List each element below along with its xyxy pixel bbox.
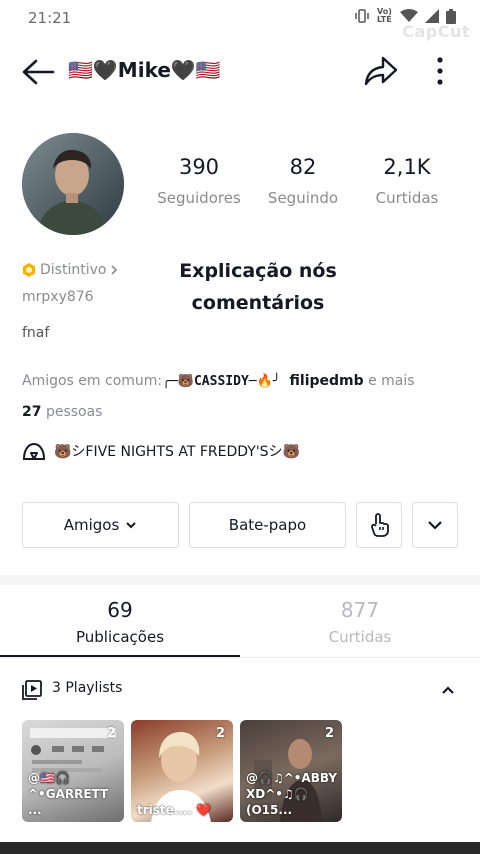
section-divider xyxy=(0,575,480,585)
playlist-card[interactable]: 2 @🎧♫^•ABBY XD^•♫🎧(O15... xyxy=(240,720,342,822)
overlay-caption-line1: Explicação nós xyxy=(179,260,337,282)
liked-count: 877 xyxy=(340,598,380,622)
arrow-left-icon xyxy=(22,59,55,85)
wifi-icon xyxy=(400,9,418,22)
followers-count: 390 xyxy=(178,155,220,179)
group-tent-icon xyxy=(22,442,46,460)
followers-label: Seguidores xyxy=(157,189,241,207)
likes-count: 2,1K xyxy=(383,155,431,179)
capcut-watermark: CapCut xyxy=(402,22,470,41)
status-time: 21:21 xyxy=(28,9,72,27)
vibrate-icon xyxy=(355,9,369,23)
poke-button[interactable] xyxy=(356,502,402,548)
expand-suggestions-button[interactable] xyxy=(412,502,458,548)
playlist-title: @🎧♫^•ABBY XD^•♫🎧(O15... xyxy=(246,771,338,817)
posts-label: Publicações xyxy=(75,628,165,646)
back-button[interactable] xyxy=(20,54,56,90)
badge-label: Distintivo xyxy=(40,262,107,278)
chat-button[interactable]: Bate-papo xyxy=(189,502,346,548)
tab-posts[interactable]: 69 Publicações xyxy=(0,598,240,646)
chat-button-label: Bate-papo xyxy=(228,516,307,534)
likes-label: Curtidas xyxy=(375,189,439,207)
playlist-title: @🇺🇸🎧 ^•GARRETT ... xyxy=(28,771,109,817)
liked-label: Curtidas xyxy=(328,628,392,646)
tab-liked[interactable]: 877 Curtidas xyxy=(240,598,480,646)
avatar-photo xyxy=(22,133,124,235)
overlay-caption-line2: comentários xyxy=(191,292,325,314)
overlay-caption: Explicação nós comentários xyxy=(150,255,366,319)
mutual-friends[interactable]: Amigos em comum:╭─🐻CASSIDY─🔥╯ filipedmb … xyxy=(22,366,462,428)
mutual-connector: e mais xyxy=(368,373,415,389)
posts-count: 69 xyxy=(107,598,133,622)
chevron-right-icon xyxy=(111,265,118,275)
playlist-icon xyxy=(22,680,42,700)
tabs-bottom-border xyxy=(0,657,480,658)
mutual-suffix: pessoas xyxy=(45,404,103,420)
network-type-label: Vo) LTE xyxy=(377,7,392,24)
mutual-count: 27 xyxy=(22,404,42,420)
friends-button-label: Amigos xyxy=(63,516,120,534)
signal-icon xyxy=(425,9,439,23)
hand-pointer-icon xyxy=(371,513,389,537)
stat-followers[interactable]: 390 Seguidores xyxy=(149,155,249,207)
badge-link[interactable]: Distintivo xyxy=(22,262,118,278)
playlist-card[interactable]: 2 @🇺🇸🎧 ^•GARRETT ... xyxy=(22,720,124,822)
share-arrow-icon xyxy=(364,56,398,86)
friends-button[interactable]: Amigos xyxy=(22,502,179,548)
badge-icon xyxy=(23,263,35,277)
share-button[interactable] xyxy=(362,52,400,90)
playlist-video-count: 2 xyxy=(106,726,116,741)
playlist-video-count: 2 xyxy=(215,726,225,741)
mutual-friend-1[interactable]: ╭─🐻CASSIDY─🔥╯ xyxy=(162,374,280,389)
username: mrpxy876 xyxy=(22,289,94,305)
playlists-header[interactable]: 3 Playlists xyxy=(22,678,460,702)
bio-text: fnaf xyxy=(22,325,50,341)
following-label: Seguindo xyxy=(267,189,339,207)
playlist-card[interactable]: 2 triste.... ❤️ xyxy=(131,720,233,822)
chevron-down-icon xyxy=(428,521,442,530)
playlist-video-count: 2 xyxy=(324,726,334,741)
chevron-up-icon xyxy=(442,685,454,694)
more-vertical-icon xyxy=(437,57,443,85)
group-link[interactable]: 🐻シFIVE NIGHTS AT FREDDY'Sシ🐻 xyxy=(22,441,300,461)
following-count: 82 xyxy=(289,155,317,179)
mutual-friend-2[interactable]: filipedmb xyxy=(290,373,364,389)
stat-following[interactable]: 82 Seguindo xyxy=(253,155,353,207)
page-title: 🇺🇸🖤Mike🖤🇺🇸 xyxy=(68,58,221,82)
stat-likes[interactable]: 2,1K Curtidas xyxy=(357,155,457,207)
more-options-button[interactable] xyxy=(426,52,454,90)
avatar[interactable] xyxy=(22,133,124,235)
profile-header: 🇺🇸🖤Mike🖤🇺🇸 xyxy=(0,44,480,100)
mutual-prefix: Amigos em comum: xyxy=(22,373,163,389)
chevron-down-icon xyxy=(126,522,136,529)
status-bar: 21:21 Vo) LTE CapCut xyxy=(0,0,480,42)
playlists-label: 3 Playlists xyxy=(52,680,123,696)
collapse-playlists-button[interactable] xyxy=(436,678,460,702)
next-content-strip xyxy=(0,842,480,854)
playlist-title: triste.... ❤️ xyxy=(137,803,212,817)
group-name: 🐻シFIVE NIGHTS AT FREDDY'Sシ🐻 xyxy=(54,444,300,460)
